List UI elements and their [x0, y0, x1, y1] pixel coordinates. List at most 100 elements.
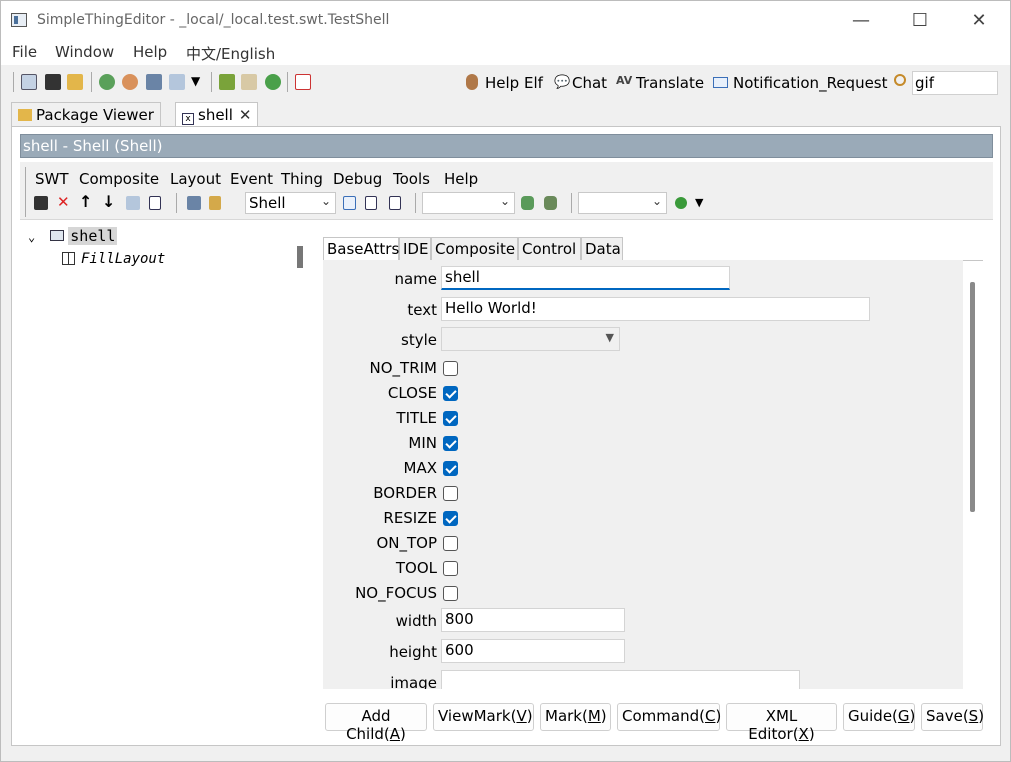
doc-icon[interactable] [343, 196, 356, 210]
save-button[interactable]: Save(S) [921, 703, 984, 731]
dropdown-arrow-icon[interactable]: ▼ [695, 196, 703, 209]
width-label: width [395, 612, 437, 630]
button-label: Command( [622, 707, 705, 725]
refresh-icon[interactable] [99, 74, 115, 90]
splitter-handle[interactable] [297, 246, 303, 268]
delete-icon[interactable]: ✕ [57, 193, 70, 211]
border-checkbox[interactable] [443, 486, 458, 501]
tab-control[interactable]: Control [518, 237, 581, 261]
menu-help[interactable]: Help [133, 43, 167, 61]
edit-icon[interactable] [187, 196, 201, 210]
xml-icon[interactable] [389, 196, 401, 210]
tool-checkbox[interactable] [443, 561, 458, 576]
copy-icon[interactable] [126, 196, 140, 210]
arrow-up-icon[interactable]: ↑ [79, 192, 92, 211]
properties-scrollbar[interactable] [970, 282, 975, 512]
maximize-button[interactable]: ☐ [900, 9, 940, 33]
save-icon[interactable] [45, 74, 61, 90]
mark-button[interactable]: Mark(M) [540, 703, 611, 731]
translate-link[interactable]: Translate [636, 74, 704, 92]
window-icon [50, 230, 65, 241]
tree-node-shell[interactable]: ⌄ shell [28, 227, 118, 245]
expand-toggle-icon[interactable]: ⌄ [28, 230, 35, 244]
min-checkbox[interactable] [443, 436, 458, 451]
tab-label: shell [198, 106, 233, 124]
add-child-button[interactable]: Add Child(A) [325, 703, 427, 743]
arrow-down-icon[interactable]: ↓ [102, 192, 115, 211]
tab-data[interactable]: Data [581, 237, 623, 261]
button-label: Add Child( [346, 707, 391, 743]
window-title: SimpleThingEditor - _local/_local.test.s… [37, 12, 390, 28]
run-icon[interactable] [675, 197, 687, 209]
chat-link[interactable]: Chat [572, 74, 607, 92]
help-elf-link[interactable]: Help Elf [485, 74, 543, 92]
tab-package-viewer[interactable]: Package Viewer [11, 102, 161, 127]
guide-button[interactable]: Guide(G) [843, 703, 915, 731]
menu-swt[interactable]: SWT [35, 170, 69, 188]
menu-thing[interactable]: Thing [281, 170, 323, 188]
tab-composite[interactable]: Composite [431, 237, 518, 261]
lock-icon[interactable] [209, 196, 221, 210]
chevron-down-icon: ⌄ [320, 194, 331, 208]
xml-icon[interactable] [149, 196, 161, 210]
secondary-select[interactable]: ⌄ [422, 192, 515, 214]
on-top-checkbox[interactable] [443, 536, 458, 551]
name-field[interactable]: shell [441, 266, 730, 290]
save-icon[interactable] [34, 196, 48, 210]
open-folder-icon[interactable] [67, 74, 83, 90]
run-target-select[interactable]: ⌄ [578, 192, 667, 214]
menu-debug[interactable]: Debug [333, 170, 382, 188]
dropdown-arrow-icon[interactable]: ▼ [191, 74, 200, 88]
pdf-icon[interactable] [295, 74, 311, 90]
copy-icon[interactable] [169, 74, 185, 90]
menu-file[interactable]: File [12, 43, 37, 61]
people-icon[interactable] [521, 196, 534, 210]
monitor-icon[interactable] [146, 74, 162, 90]
close-button[interactable]: ✕ [959, 9, 999, 33]
menu-composite[interactable]: Composite [79, 170, 159, 188]
height-field[interactable]: 600 [441, 639, 625, 663]
tab-baseattrs[interactable]: BaseAttrs [323, 237, 399, 261]
notification-request-link[interactable]: Notification_Request [733, 74, 888, 92]
button-label-end: ) [909, 707, 916, 725]
thing-tree: ⌄ shell FillLayout [20, 227, 290, 740]
close-tab-icon[interactable]: ✕ [239, 106, 252, 124]
tab-label: Package Viewer [36, 106, 154, 124]
no-focus-checkbox[interactable] [443, 586, 458, 601]
title-checkbox[interactable] [443, 411, 458, 426]
image-field[interactable] [441, 670, 800, 689]
command-button[interactable]: Command(C) [617, 703, 721, 731]
tree-node-filllayout[interactable]: FillLayout [62, 251, 165, 267]
menu-help-shell[interactable]: Help [444, 170, 478, 188]
user-icon[interactable] [122, 74, 138, 90]
bug-icon[interactable] [544, 196, 557, 210]
menu-language[interactable]: 中文/English [186, 43, 275, 64]
tab-ide[interactable]: IDE [399, 237, 431, 261]
text-field[interactable]: Hello World! [441, 297, 870, 321]
minimize-button[interactable]: — [841, 9, 881, 33]
menu-layout[interactable]: Layout [170, 170, 221, 188]
xml-icon[interactable] [365, 196, 377, 210]
text-label: text [407, 301, 437, 319]
style-select[interactable]: ▼ [441, 327, 620, 351]
globe-icon[interactable] [265, 74, 281, 90]
width-field[interactable]: 800 [441, 608, 625, 632]
document-icon[interactable] [241, 74, 257, 90]
tab-shell[interactable]: x shell ✕ [175, 102, 259, 127]
menu-window[interactable]: Window [55, 43, 114, 61]
search-input[interactable]: gif [912, 71, 998, 95]
close-checkbox[interactable] [443, 386, 458, 401]
resize-checkbox[interactable] [443, 511, 458, 526]
view-mark-button[interactable]: ViewMark(V) [433, 703, 534, 731]
no-trim-checkbox[interactable] [443, 361, 458, 376]
menu-tools[interactable]: Tools [393, 170, 430, 188]
xml-editor-button[interactable]: XML Editor(X) [726, 703, 837, 743]
menu-event[interactable]: Event [230, 170, 273, 188]
max-checkbox[interactable] [443, 461, 458, 476]
home-icon[interactable] [21, 74, 37, 90]
plant-icon[interactable] [219, 74, 235, 90]
thing-type-select[interactable]: Shell ⌄ [245, 192, 336, 214]
mnemonic: S [968, 707, 979, 725]
chat-icon: 💬 [554, 75, 571, 90]
no-trim-label: NO_TRIM [369, 359, 437, 377]
